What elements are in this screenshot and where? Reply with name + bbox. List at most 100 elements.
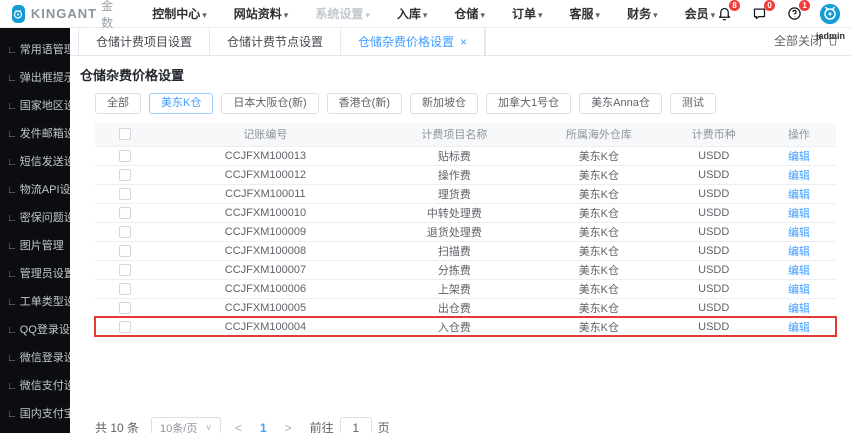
warehouse-filter-button[interactable]: 美东Anna仓 [579,93,662,114]
user-menu[interactable]: iadmin [816,3,845,41]
close-all-label: 全部关闭 [774,32,822,49]
cell-currency: USDD [666,222,762,241]
row-checkbox[interactable] [119,207,131,219]
edit-link[interactable]: 编辑 [788,246,810,258]
menu-item[interactable]: 入库▾ [397,5,428,22]
tree-corner-icon: ∟ [7,353,17,364]
menu-item[interactable]: 网站资料▾ [234,5,289,22]
sidebar-item[interactable]: ∟常用语管理 [0,36,70,64]
prev-page-button[interactable]: < [233,421,244,433]
row-checkbox[interactable] [119,188,131,200]
cell-code: CCJFXM100011 [154,184,376,203]
warehouse-filter-button[interactable]: 美东K仓 [149,93,213,114]
menu-item[interactable]: 会员▾ [685,5,716,22]
edit-link[interactable]: 编辑 [788,303,810,315]
table-header: 记账编号 计费项目名称 所属海外仓库 计费币种 操作 [95,123,836,146]
cell-warehouse: 美东K仓 [532,146,665,165]
brand-logo[interactable]: KINGANT 金数 [12,0,118,31]
current-page-button[interactable]: 1 [256,421,271,433]
menu-item[interactable]: 控制中心▾ [152,5,207,22]
edit-link[interactable]: 编辑 [788,322,810,334]
goto-page-input[interactable] [340,417,372,433]
sidebar-item[interactable]: ∟发件邮箱设置 [0,120,70,148]
goto-label: 前往 [310,419,334,433]
sidebar-item[interactable]: ∟微信支付设置 [0,372,70,400]
cell-currency: USDD [666,165,762,184]
cell-warehouse: 美东K仓 [532,279,665,298]
edit-link[interactable]: 编辑 [788,227,810,239]
brand-name: KINGANT [31,6,97,21]
edit-link[interactable]: 编辑 [788,170,810,182]
cell-currency: USDD [666,241,762,260]
chat-icon[interactable]: 0 [750,5,768,23]
sidebar-item[interactable]: ∟短信发送设置 [0,148,70,176]
row-checkbox[interactable] [119,283,131,295]
tab[interactable]: 仓储计费项目设置 [79,28,210,55]
sidebar-item[interactable]: ∟管理员设置 [0,260,70,288]
cell-code: CCJFXM100005 [154,298,376,317]
next-page-button[interactable]: > [283,421,294,433]
edit-link[interactable]: 编辑 [788,151,810,163]
cell-fee-name: 上架费 [377,279,533,298]
row-checkbox[interactable] [119,226,131,238]
cell-currency: USDD [666,279,762,298]
sidebar-item-label: 工单类型设置 [20,296,70,308]
sidebar-item[interactable]: ∟工单类型设置 [0,288,70,316]
menu-item[interactable]: 仓储▾ [454,5,485,22]
row-checkbox[interactable] [119,321,131,333]
table-row: CCJFXM100006 上架费 美东K仓 USDD 编辑 [95,279,836,298]
table-row: CCJFXM100005 出仓费 美东K仓 USDD 编辑 [95,298,836,317]
warehouse-filter-button[interactable]: 加拿大1号仓 [486,93,571,114]
sidebar-item[interactable]: ∟国家地区设置 [0,92,70,120]
cell-code: CCJFXM100009 [154,222,376,241]
help-badge: 1 [799,0,810,11]
warehouse-filter-button[interactable]: 新加坡仓 [410,93,478,114]
row-checkbox[interactable] [119,264,131,276]
menu-item[interactable]: 财务▾ [627,5,658,22]
cell-code: CCJFXM100007 [154,260,376,279]
sidebar-item[interactable]: ∟密保问题设置 [0,204,70,232]
bell-badge: 8 [729,0,740,11]
menu-item[interactable]: 客服▾ [570,5,601,22]
warehouse-filter-button[interactable]: 日本大阪仓(新) [221,93,318,114]
cell-currency: USDD [666,203,762,222]
tab[interactable]: 仓储计费节点设置 [210,28,341,55]
sidebar-item[interactable]: ∟国内支付宝设置 [0,400,70,428]
cell-fee-name: 出仓费 [377,298,533,317]
warehouse-filter-button[interactable]: 香港仓(新) [327,93,402,114]
menu-item[interactable]: 系统设置▾ [315,5,370,22]
chevron-down-icon: ▾ [202,10,207,20]
warehouse-filter-button[interactable]: 全部 [95,93,141,114]
cell-currency: USDD [666,184,762,203]
tree-corner-icon: ∟ [7,297,17,308]
warehouse-filter-button[interactable]: 测试 [670,93,716,114]
bell-icon[interactable]: 8 [715,5,733,23]
edit-link[interactable]: 编辑 [788,265,810,277]
cell-fee-name: 贴标费 [377,146,533,165]
tab[interactable]: 仓储杂费价格设置 × [341,28,485,55]
row-checkbox[interactable] [119,302,131,314]
edit-link[interactable]: 编辑 [788,189,810,201]
page-size-select[interactable]: 10条/页 ∨ [151,417,221,433]
cell-currency: USDD [666,260,762,279]
cell-warehouse: 美东K仓 [532,298,665,317]
sidebar-item[interactable]: ∟弹出框提示语管理 [0,64,70,92]
menu-item[interactable]: 订单▾ [512,5,543,22]
sidebar-item-label: 密保问题设置 [20,212,70,224]
sidebar-item[interactable]: ∟微信登录设置 [0,344,70,372]
top-navbar: KINGANT 金数 控制中心▾ 网站资料▾ 系统设置▾ 入库▾ [0,0,851,28]
menu-item-label: 财务 [627,7,651,21]
sidebar-item[interactable]: ∟QQ登录设置 [0,316,70,344]
row-checkbox[interactable] [119,169,131,181]
help-icon[interactable]: 1 [785,5,803,23]
tab-close-icon[interactable]: × [460,35,467,49]
row-checkbox[interactable] [119,150,131,162]
cell-warehouse: 美东K仓 [532,260,665,279]
edit-link[interactable]: 编辑 [788,208,810,220]
row-checkbox[interactable] [119,245,131,257]
brand-name-cn: 金数 [101,0,118,31]
sidebar-item[interactable]: ∟图片管理 [0,232,70,260]
sidebar-item[interactable]: ∟物流API设置 [0,176,70,204]
select-all-checkbox[interactable] [119,128,131,140]
edit-link[interactable]: 编辑 [788,284,810,296]
